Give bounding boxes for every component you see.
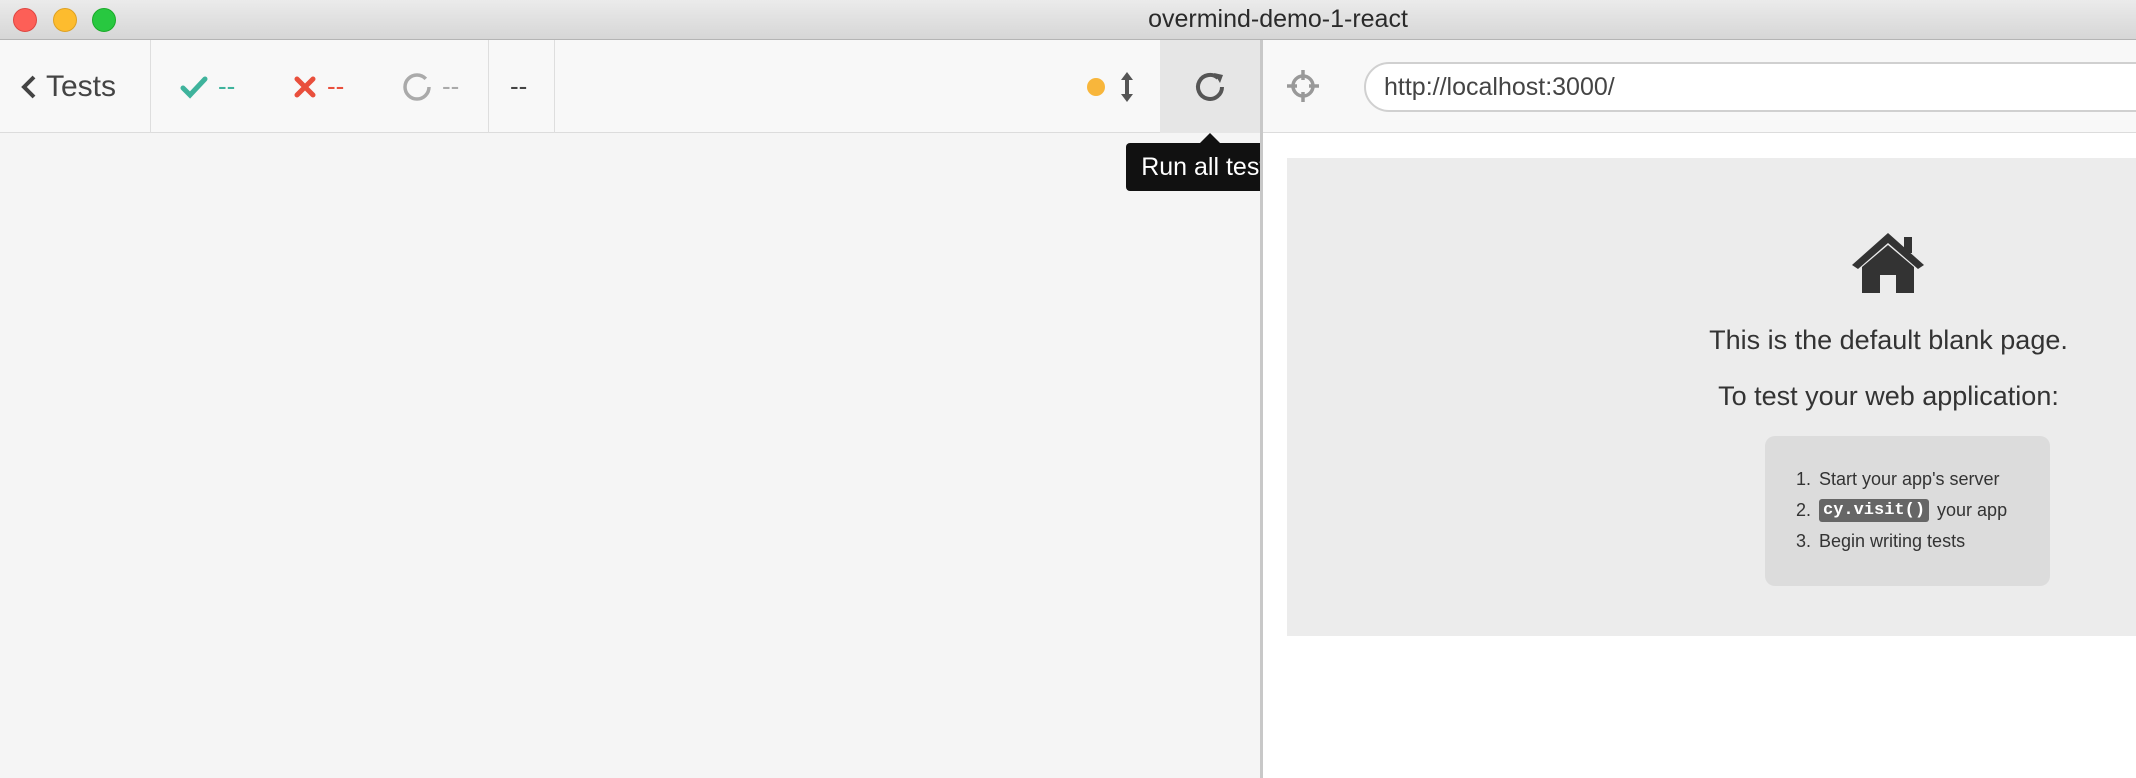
divider	[554, 40, 555, 133]
selector-playground-icon[interactable]	[1283, 66, 1323, 106]
chevron-left-icon	[21, 75, 36, 98]
passed-value: --	[218, 71, 236, 101]
divider	[150, 40, 151, 133]
aut-header: http://localhost:3000/	[1263, 40, 2136, 133]
reporter-header: Tests -- -- -- --	[0, 40, 1260, 133]
window-title: overmind-demo-1-react	[1148, 5, 1408, 33]
back-label: Tests	[46, 69, 117, 103]
check-icon	[180, 76, 208, 99]
window-titlebar: overmind-demo-1-react	[0, 0, 2136, 40]
aut-pane: http://localhost:3000/ This is the defau…	[1263, 40, 2136, 778]
x-icon	[294, 76, 316, 97]
default-blank-page: This is the default blank page. To test …	[1287, 158, 2136, 636]
pending-count: --	[402, 40, 459, 133]
resize-vertical-icon[interactable]	[1118, 70, 1136, 104]
list-item: 2. cy.visit() your app	[1795, 499, 2008, 522]
list-item: 3. Begin writing tests	[1795, 531, 1966, 551]
reporter-pane: Tests -- -- -- -- Run all tests	[0, 40, 1294, 778]
run-all-tests-button[interactable]	[1160, 40, 1260, 133]
home-icon	[1852, 233, 1924, 293]
back-to-tests-button[interactable]: Tests	[20, 40, 116, 133]
blank-page-subtitle: To test your web application:	[1718, 381, 2059, 411]
url-bar[interactable]: http://localhost:3000/	[1364, 62, 2136, 112]
list-item: 1. Start your app's server	[1795, 469, 2000, 489]
pending-value: --	[442, 71, 460, 101]
duration-value: --	[510, 71, 528, 101]
getting-started-steps: 1. Start your app's server 2. cy.visit()…	[1765, 436, 2050, 586]
status-indicator-dot	[1087, 78, 1105, 96]
passed-count: --	[180, 40, 235, 133]
circle-notch-icon	[403, 72, 431, 101]
failed-value: --	[327, 71, 345, 101]
blank-page-title: This is the default blank page.	[1709, 325, 2068, 355]
failed-count: --	[293, 40, 344, 133]
refresh-icon	[1196, 72, 1224, 101]
divider	[488, 40, 489, 133]
code-snippet: cy.visit()	[1819, 499, 1930, 522]
